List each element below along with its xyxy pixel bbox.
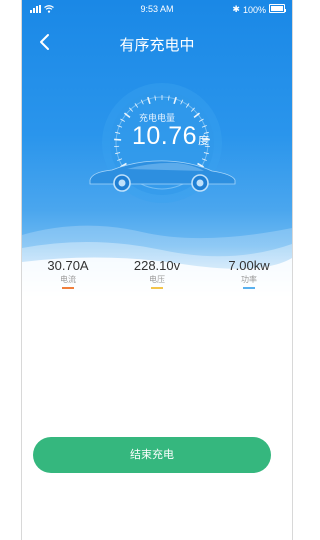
charge-unit: 度 bbox=[198, 135, 210, 147]
stat-power: 7.00kw 功率 bbox=[209, 258, 289, 289]
status-right: ✱ 100% bbox=[232, 4, 286, 15]
charge-amount: 10.76 bbox=[132, 122, 198, 150]
page-title: 有序充电中 bbox=[119, 37, 195, 54]
power-indicator bbox=[243, 287, 255, 289]
stat-voltage: 228.10v 电压 bbox=[117, 258, 197, 289]
power-label: 功率 bbox=[241, 275, 257, 284]
car-icon bbox=[89, 160, 236, 192]
end-charging-button[interactable]: 结束充电 bbox=[33, 437, 271, 473]
status-bar: 9:53 AM ✱ 100% bbox=[22, 0, 292, 20]
charging-stats: 30.70A 电流 228.10v 电压 7.00kw 功率 bbox=[22, 258, 292, 318]
charging-hero: 9:53 AM ✱ 100% 有序充电中 充电电量 10.76度 bbox=[22, 0, 292, 300]
battery-percent: 100% bbox=[242, 4, 266, 15]
voltage-label: 电压 bbox=[149, 275, 165, 284]
voltage-indicator bbox=[151, 287, 163, 289]
gauge-tick bbox=[114, 138, 122, 141]
stat-current: 30.70A 电流 bbox=[28, 258, 108, 289]
power-value: 7.00kw bbox=[228, 258, 270, 273]
bluetooth-icon: ✱ bbox=[232, 4, 240, 14]
gauge-value: 10.76度 bbox=[132, 122, 209, 151]
nav-bar: 有序充电中 bbox=[22, 24, 292, 60]
voltage-value: 228.10v bbox=[133, 258, 181, 273]
current-label: 电流 bbox=[60, 275, 76, 284]
current-indicator bbox=[62, 287, 74, 289]
current-value: 30.70A bbox=[47, 258, 89, 273]
battery-icon bbox=[269, 4, 286, 15]
